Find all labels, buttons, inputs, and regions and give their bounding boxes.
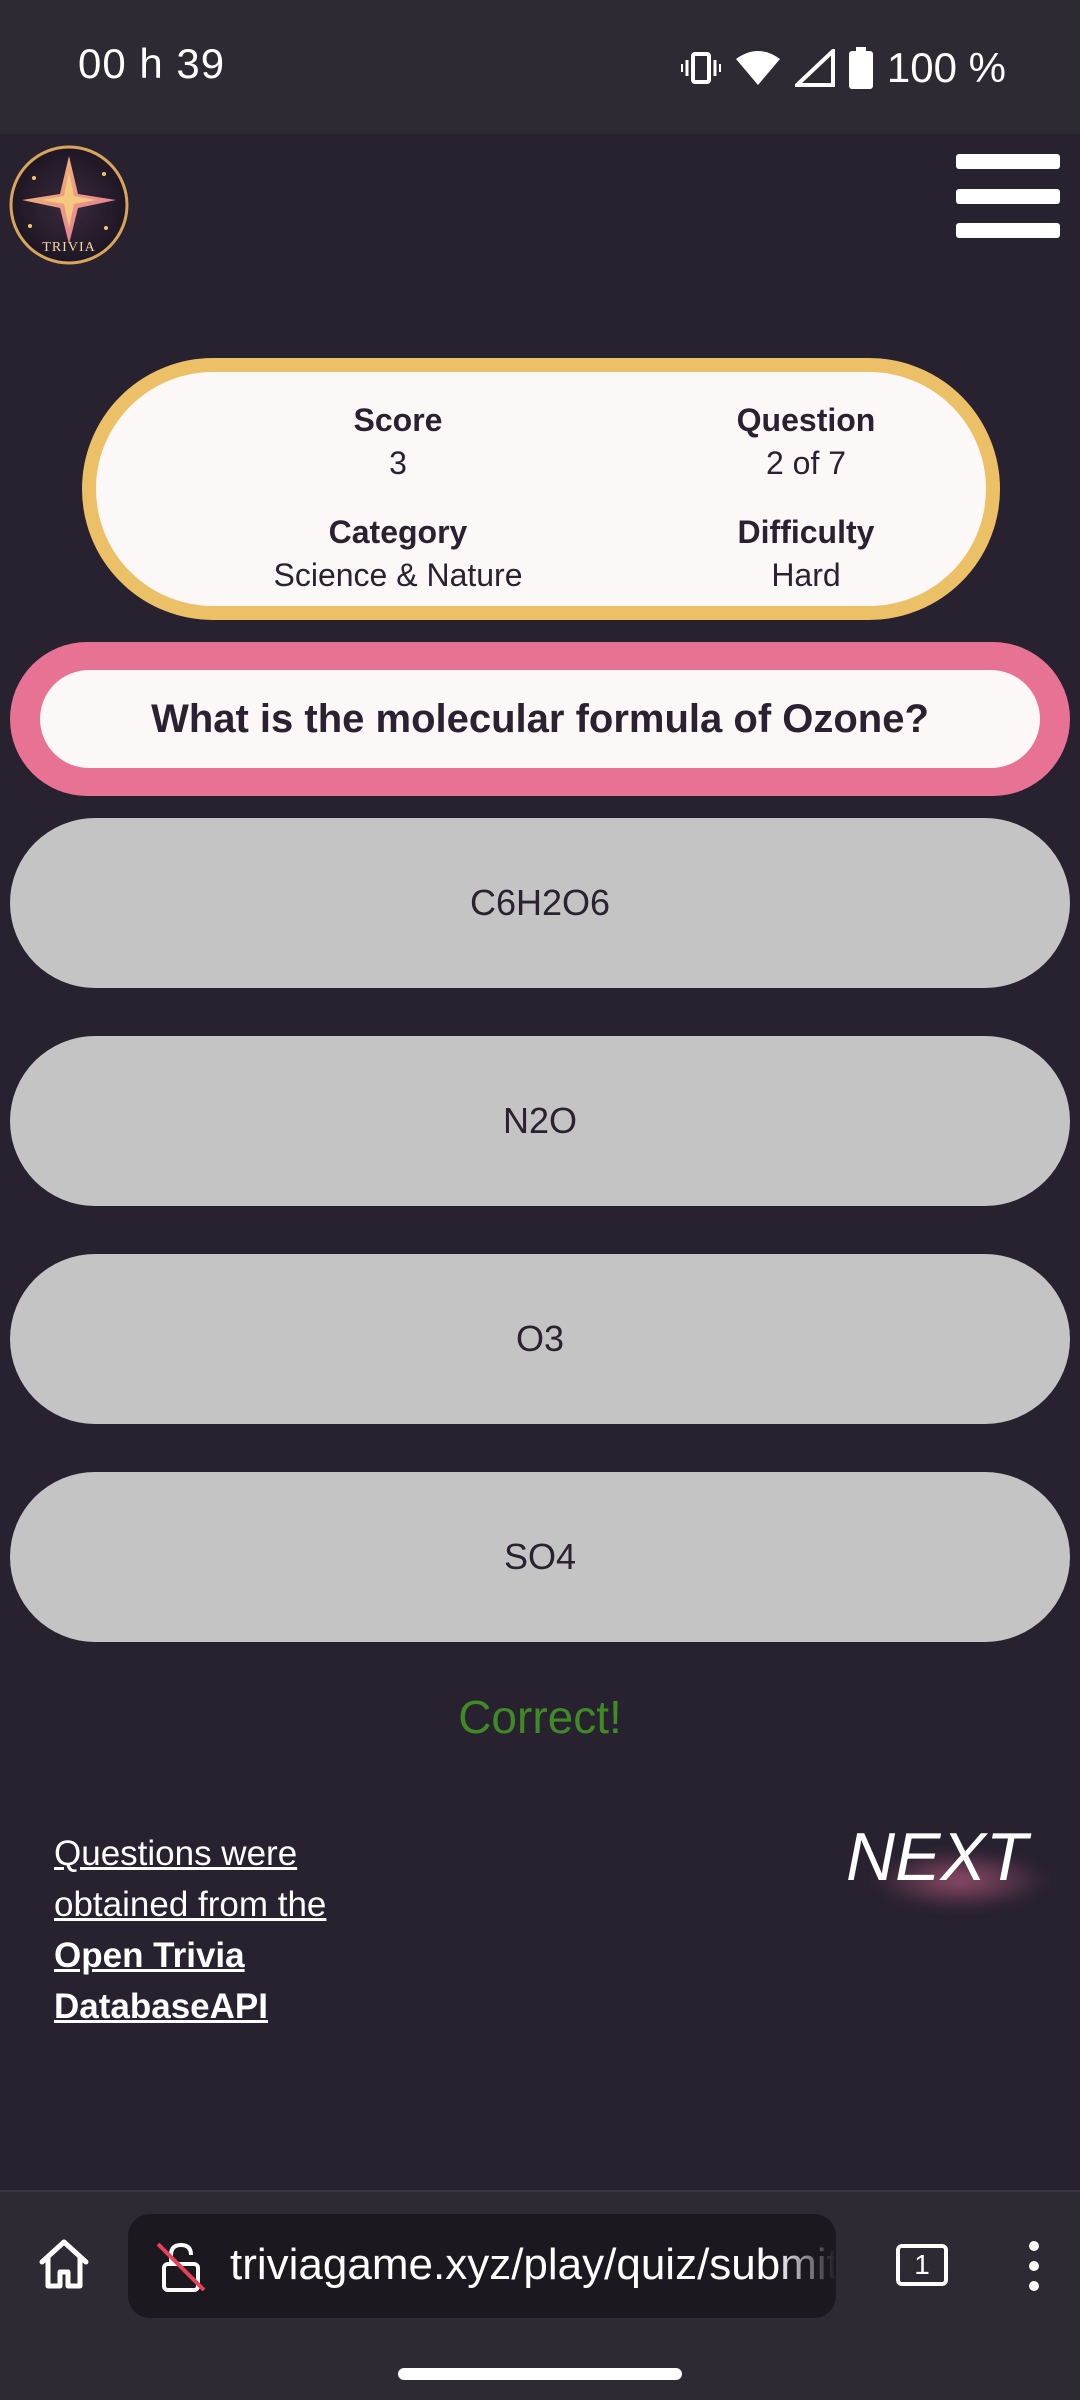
score-value: 3 [389,445,407,481]
question-box: What is the molecular formula of Ozone? [10,642,1070,796]
menu-bar [956,154,1060,169]
score-label: Score [353,402,443,438]
answer-option[interactable]: N2O [10,1036,1070,1206]
category-label: Category [328,514,468,550]
signal-icon [794,49,835,87]
result-message: Correct! [458,1691,622,1743]
answer-option[interactable]: O3 [10,1254,1070,1424]
difficulty-cell: Difficulty Hard [656,514,956,594]
open-trivia-link-line1[interactable]: Open Trivia [54,1936,245,1975]
category-cell: Category Science & Nature [248,514,548,594]
hamburger-menu-icon[interactable] [954,150,1062,242]
status-bar: 00 h 39 100 % [0,0,1080,134]
menu-bar [956,188,1060,204]
question-counter-cell: Question 2 of 7 [656,402,956,482]
battery-icon [848,47,873,89]
insecure-lock-icon[interactable] [154,2240,208,2294]
credits-text: Questions were obtained from the Open Tr… [54,1828,394,2032]
battery-percent: 100 % [886,44,1006,91]
credits-link-line1[interactable]: Questions were [54,1834,297,1873]
home-icon[interactable] [34,2234,94,2294]
url-fade [776,2214,836,2318]
answer-option[interactable]: SO4 [10,1472,1070,1642]
category-value: Science & Nature [273,557,523,593]
more-vert-icon[interactable] [1022,2236,1046,2296]
question-counter-value: 2 of 7 [765,445,847,481]
status-time: 00 h 39 [78,40,226,87]
next-button[interactable]: NEXT [846,1818,1046,1908]
logo-text: TRIVIA [42,240,96,255]
difficulty-label: Difficulty [737,514,875,550]
question-counter-label: Question [736,402,876,438]
trivia-logo[interactable]: TRIVIA [8,144,130,266]
url-text[interactable]: triviagame.xyz/play/quiz/submit [230,2240,836,2290]
wifi-icon [735,51,780,85]
browser-toolbar: triviagame.xyz/play/quiz/submit 1 [0,2190,1080,2400]
question-text: What is the molecular formula of Ozone? [151,696,929,741]
quiz-info-card: Score 3 Question 2 of 7 Category Science… [82,358,1000,620]
credits-link-line2[interactable]: obtained from the [54,1885,326,1924]
vibrate-icon [680,52,721,84]
tabs-icon[interactable]: 1 [896,2244,948,2286]
question-inner: What is the molecular formula of Ozone? [40,670,1040,768]
difficulty-value: Hard [771,557,841,593]
status-icons: 100 % [680,40,1006,96]
open-trivia-link-line2[interactable]: DatabaseAPI [54,1987,268,2026]
answer-option[interactable]: C6H2O6 [10,818,1070,988]
address-bar[interactable]: triviagame.xyz/play/quiz/submit [128,2214,836,2318]
score-cell: Score 3 [248,402,548,482]
menu-bar [956,223,1060,238]
gesture-bar[interactable] [398,2368,682,2380]
